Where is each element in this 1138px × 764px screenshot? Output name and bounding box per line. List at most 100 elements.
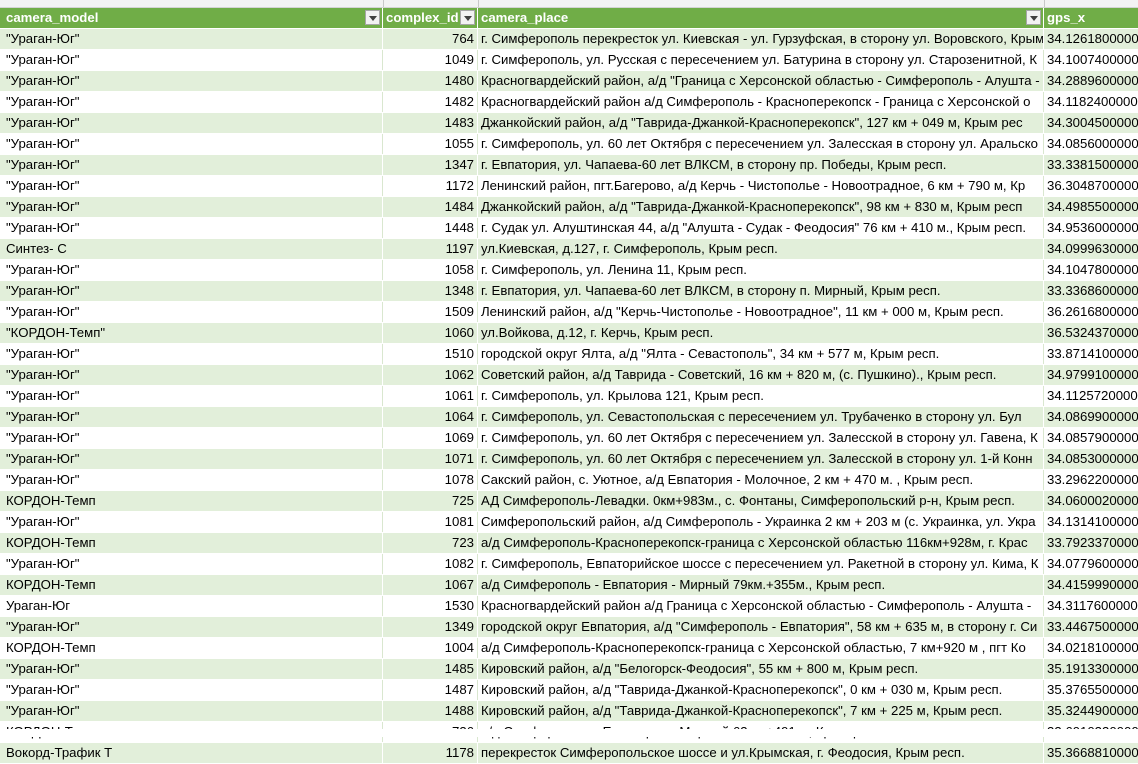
filter-dropdown-icon[interactable] bbox=[365, 10, 380, 25]
cell-complex-id[interactable]: 1197 bbox=[383, 239, 478, 259]
cell-gps-x[interactable]: 35.3765500000 bbox=[1044, 680, 1138, 700]
table-row[interactable]: "Ураган-Юг" 1484 Джанкойский район, а/д "Т… bbox=[0, 197, 1138, 218]
table-row[interactable]: "Ураган-Юг" 1055 г. Симферополь, ул. 60 ле… bbox=[0, 134, 1138, 155]
cell-camera-model[interactable]: "Ураган-Юг" bbox=[0, 155, 383, 175]
cell-camera-place[interactable]: городской округ Ялта, а/д "Ялта - Севаст… bbox=[478, 344, 1044, 364]
table-row[interactable]: "КОРДОН-Темп" 1060 ул.Войкова, д.12, г. Ке… bbox=[0, 323, 1138, 344]
cell-camera-place[interactable]: Красногвардейский район а/д Граница с Хе… bbox=[478, 596, 1044, 616]
table-row[interactable]: "Ураган-Юг" 1480 Красногвардейский район, … bbox=[0, 71, 1138, 92]
cell-camera-place[interactable]: г. Симферополь, ул. Крылова 121, Крым ре… bbox=[478, 386, 1044, 406]
table-row[interactable]: "Ураган-Юг" 1081 Симферопольский район, а/… bbox=[0, 512, 1138, 533]
cell-camera-place[interactable]: Советский район, а/д Таврида - Советский… bbox=[478, 365, 1044, 385]
table-row[interactable]: "Ураган-Юг" 1049 г. Симферополь, ул. Русск… bbox=[0, 50, 1138, 71]
table-row[interactable]: КОРДОН-Темп 725 АД Симферополь-Левадки. 0к… bbox=[0, 491, 1138, 512]
cell-camera-model[interactable]: "Ураган-Юг" bbox=[0, 512, 383, 532]
cell-camera-model[interactable]: "Ураган-Юг" bbox=[0, 659, 383, 679]
cell-camera-place[interactable]: АД Симферополь-Левадки. 0км+983м., с. Фо… bbox=[478, 491, 1044, 511]
header-camera-place[interactable]: camera_place bbox=[478, 8, 1044, 28]
cell-camera-place[interactable]: Ленинский район, а/д "Керчь-Чистополье -… bbox=[478, 302, 1044, 322]
cell-camera-place[interactable]: Ленинский район, пгт.Багерово, а/д Керчь… bbox=[478, 176, 1044, 196]
cell-gps-x[interactable]: 34.3004500000 bbox=[1044, 113, 1138, 133]
cell-camera-place[interactable]: Красногвардейский район а/д Симферополь … bbox=[478, 92, 1044, 112]
table-row[interactable]: "Ураган-Юг" 1509 Ленинский район, а/д "Кер… bbox=[0, 302, 1138, 323]
cell-camera-model[interactable]: "Ураган-Юг" bbox=[0, 449, 383, 469]
cell-complex-id[interactable]: 1448 bbox=[383, 218, 478, 238]
cell-complex-id[interactable]: 1347 bbox=[383, 155, 478, 175]
column-separator[interactable] bbox=[1044, 0, 1045, 7]
cell-complex-id[interactable]: 1055 bbox=[383, 134, 478, 154]
table-row[interactable]: "Ураган-Юг" 1071 г. Симферополь, ул. 60 ле… bbox=[0, 449, 1138, 470]
cell-camera-model[interactable]: "Ураган-Юг" bbox=[0, 260, 383, 280]
cell-gps-x[interactable]: 34.0218100000 bbox=[1044, 638, 1138, 658]
table-row[interactable]: "Ураган-Юг" 1487 Кировский район, а/д "Тав… bbox=[0, 680, 1138, 701]
filter-dropdown-icon[interactable] bbox=[460, 10, 475, 25]
cell-gps-x[interactable]: 34.9536000000 bbox=[1044, 218, 1138, 238]
cell-camera-model[interactable]: "Ураган-Юг" bbox=[0, 281, 383, 301]
table-row[interactable]: "Ураган-Юг" 1078 Сакский район, с. Уютное,… bbox=[0, 470, 1138, 491]
cell-gps-x[interactable]: 34.0856000000 bbox=[1044, 134, 1138, 154]
cell-camera-model[interactable]: "Ураган-Юг" bbox=[0, 218, 383, 238]
cell-gps-x[interactable]: 34.1125720000 bbox=[1044, 386, 1138, 406]
cell-gps-x[interactable]: 35.3668810000 bbox=[1044, 743, 1138, 763]
cell-camera-model[interactable]: "Ураган-Юг" bbox=[0, 617, 383, 637]
header-gps-x[interactable]: gps_x bbox=[1044, 8, 1138, 28]
cell-complex-id[interactable]: 1480 bbox=[383, 71, 478, 91]
table-row[interactable]: "Ураган-Юг" 1448 г. Судак ул. Алуштинская … bbox=[0, 218, 1138, 239]
cell-camera-model[interactable]: КОРДОН-Темп bbox=[0, 533, 383, 553]
cell-complex-id[interactable]: 725 bbox=[383, 491, 478, 511]
table-row[interactable]: КОРДОН-Темп 1004 а/д Симферополь-Краснопер… bbox=[0, 638, 1138, 659]
cell-complex-id[interactable]: 1487 bbox=[383, 680, 478, 700]
cell-camera-model[interactable]: "Ураган-Юг" bbox=[0, 554, 383, 574]
table-row[interactable]: Ураган-Юг 1530 Красногвардейский район а/д… bbox=[0, 596, 1138, 617]
cell-gps-x[interactable]: 33.4467500000 bbox=[1044, 617, 1138, 637]
table-row[interactable]: "Ураган-Юг" 1485 Кировский район, а/д "Бел… bbox=[0, 659, 1138, 680]
cell-complex-id[interactable]: 1081 bbox=[383, 512, 478, 532]
cell-gps-x[interactable]: 34.0600020000 bbox=[1044, 491, 1138, 511]
cell-camera-place[interactable]: Сакский район, с. Уютное, а/д Евпатория … bbox=[478, 470, 1044, 490]
table-row[interactable]: "Ураган-Юг" 1483 Джанкойский район, а/д "Т… bbox=[0, 113, 1138, 134]
cell-camera-place[interactable]: Джанкойский район, а/д "Таврида-Джанкой-… bbox=[478, 113, 1044, 133]
cell-camera-model[interactable]: "Ураган-Юг" bbox=[0, 50, 383, 70]
cell-complex-id[interactable]: 1062 bbox=[383, 365, 478, 385]
cell-complex-id[interactable]: 1530 bbox=[383, 596, 478, 616]
table-row[interactable]: "Ураган-Юг" 1082 г. Симферополь, Евпаторий… bbox=[0, 554, 1138, 575]
cell-gps-x[interactable]: 34.9799100000 bbox=[1044, 365, 1138, 385]
table-row[interactable]: КОРДОН-Темп 1067 а/д Симферополь - Евпатор… bbox=[0, 575, 1138, 596]
cell-camera-place[interactable]: Джанкойский район, а/д "Таврида-Джанкой-… bbox=[478, 197, 1044, 217]
cell-complex-id[interactable]: 1061 bbox=[383, 386, 478, 406]
table-row[interactable]: "Ураган-Юг" 1058 г. Симферополь, ул. Ленин… bbox=[0, 260, 1138, 281]
cell-camera-place[interactable]: г. Симферополь, Евпаторийское шоссе с пе… bbox=[478, 554, 1044, 574]
cell-camera-model[interactable]: "Ураган-Юг" bbox=[0, 71, 383, 91]
table-row[interactable]: "Ураган-Юг" 1488 Кировский район, а/д "Тав… bbox=[0, 701, 1138, 722]
cell-camera-model[interactable]: "Ураган-Юг" bbox=[0, 29, 383, 49]
cell-gps-x[interactable]: 36.5324370000 bbox=[1044, 323, 1138, 343]
cell-gps-x[interactable]: 34.3117600000 bbox=[1044, 596, 1138, 616]
table-row[interactable]: "Ураган-Юг" 1062 Советский район, а/д Тавр… bbox=[0, 365, 1138, 386]
cell-complex-id[interactable]: 1510 bbox=[383, 344, 478, 364]
table-row[interactable]: "Ураган-Юг" 1348 г. Евпатория, ул. Чапаева… bbox=[0, 281, 1138, 302]
table-row[interactable]: "Ураган-Юг" 1069 г. Симферополь, ул. 60 ле… bbox=[0, 428, 1138, 449]
cell-camera-place[interactable]: г. Судак ул. Алуштинская 44, а/д "Алушта… bbox=[478, 218, 1044, 238]
table-row[interactable]: КОРДОН-Темп 723 а/д Симферополь-Краснопере… bbox=[0, 533, 1138, 554]
cell-complex-id[interactable]: 1058 bbox=[383, 260, 478, 280]
column-separator[interactable] bbox=[478, 0, 479, 7]
cell-gps-x[interactable]: 34.4159990000 bbox=[1044, 575, 1138, 595]
table-row[interactable]: Вокорд-Трафик Т 1178 перекресток Симферопо… bbox=[0, 743, 1138, 764]
cell-camera-model[interactable]: "Ураган-Юг" bbox=[0, 365, 383, 385]
cell-camera-model[interactable]: "Ураган-Юг" bbox=[0, 197, 383, 217]
cell-camera-place[interactable]: г. Евпатория, ул. Чапаева-60 лет ВЛКСМ, … bbox=[478, 155, 1044, 175]
filter-dropdown-icon[interactable] bbox=[1026, 10, 1041, 25]
cell-gps-x[interactable]: 33.3381500000 bbox=[1044, 155, 1138, 175]
cell-camera-model[interactable]: "Ураган-Юг" bbox=[0, 113, 383, 133]
cell-camera-model[interactable]: "Ураган-Юг" bbox=[0, 386, 383, 406]
cell-camera-place[interactable]: а/д Симферополь-Красноперекопск-граница … bbox=[478, 533, 1044, 553]
cell-camera-place[interactable]: а/д Симферополь-Красноперекопск-граница … bbox=[478, 638, 1044, 658]
cell-camera-place[interactable]: г. Евпатория, ул. Чапаева-60 лет ВЛКСМ, … bbox=[478, 281, 1044, 301]
header-camera-model[interactable]: camera_model bbox=[0, 8, 383, 28]
cell-camera-model[interactable]: "Ураган-Юг" bbox=[0, 680, 383, 700]
cell-gps-x[interactable]: 36.2616800000 bbox=[1044, 302, 1138, 322]
cell-complex-id[interactable]: 1349 bbox=[383, 617, 478, 637]
cell-gps-x[interactable]: 35.3244900000 bbox=[1044, 701, 1138, 721]
cell-complex-id[interactable]: 1071 bbox=[383, 449, 478, 469]
table-row[interactable]: "Ураган-Юг" 1172 Ленинский район, пгт.Баге… bbox=[0, 176, 1138, 197]
